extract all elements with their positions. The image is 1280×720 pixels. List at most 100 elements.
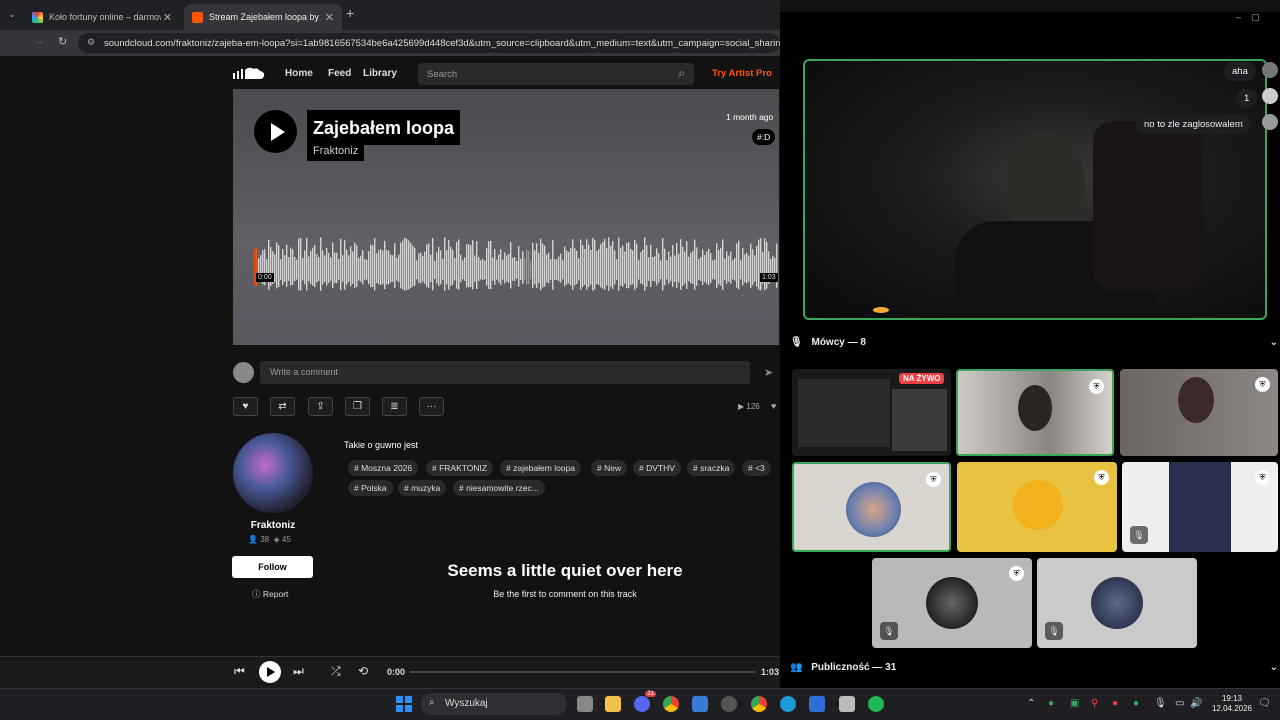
forward-icon[interactable]: →: [34, 35, 45, 47]
spotify-icon[interactable]: [868, 696, 884, 712]
repeat-icon[interactable]: ⟲: [358, 664, 368, 678]
waveform-bar: [384, 240, 386, 290]
volume-icon[interactable]: 🔊: [1190, 698, 1202, 709]
speaker-tile[interactable]: ⛨ 🎙: [872, 558, 1032, 648]
discord-icon[interactable]: 21: [634, 691, 656, 712]
speaker-tile[interactable]: ⛨: [1120, 369, 1278, 456]
speaker-tile[interactable]: ⛨: [957, 462, 1117, 552]
reload-icon[interactable]: ↻: [58, 35, 67, 48]
mic-tray-icon[interactable]: ⚲: [1091, 698, 1098, 709]
audience-header[interactable]: 👥 Publiczność — 31 ⌄: [790, 662, 1280, 676]
tab-list-icon[interactable]: ⌄: [8, 9, 16, 20]
send-icon[interactable]: ➤: [764, 366, 773, 379]
artist-name[interactable]: Fraktoniz: [233, 520, 313, 531]
tag-chip[interactable]: # FRAKTONIZ: [426, 460, 494, 476]
artist-avatar[interactable]: [233, 433, 313, 513]
share-button[interactable]: ⇪: [308, 397, 333, 416]
waveform-bar: [414, 247, 416, 286]
waveform-bar: [422, 255, 424, 282]
photos-icon[interactable]: [692, 696, 708, 712]
file-explorer-icon[interactable]: [605, 696, 621, 712]
chrome-icon[interactable]: [751, 696, 767, 712]
waveform-bar: [598, 249, 600, 285]
waveform[interactable]: [254, 235, 778, 300]
url-field[interactable]: ⚙ soundcloud.com/fraktoniz/zajeba-em-loo…: [78, 33, 780, 53]
close-icon[interactable]: ✕: [325, 11, 334, 24]
tag-chip[interactable]: # <3: [742, 460, 771, 476]
calculator-icon[interactable]: [839, 696, 855, 712]
nvidia-icon[interactable]: ▣: [1070, 698, 1079, 709]
clock[interactable]: 19:13 12.04.2026: [1209, 694, 1255, 714]
close-icon[interactable]: ✕: [163, 11, 172, 24]
speaker-tile[interactable]: ⛨: [792, 462, 951, 552]
nav-library[interactable]: Library: [363, 68, 397, 79]
copy-link-button[interactable]: ❐: [345, 397, 370, 416]
waveform-bar: [660, 260, 662, 280]
windows-start-icon[interactable]: [396, 696, 412, 712]
chevron-down-icon[interactable]: ⌄: [1270, 337, 1278, 348]
player-progress[interactable]: [410, 671, 755, 673]
speaker-tile[interactable]: 🎙: [1037, 558, 1197, 648]
previous-icon[interactable]: ⏮: [234, 664, 245, 679]
waveform-bar: [670, 256, 672, 282]
speaker-tile[interactable]: ⛨: [956, 369, 1114, 456]
edge-icon[interactable]: [780, 696, 796, 712]
play-button[interactable]: [254, 110, 297, 153]
waveform-bar: [602, 242, 604, 289]
focused-video-stream[interactable]: [803, 59, 1267, 320]
steam-icon[interactable]: [721, 696, 737, 712]
notepad-icon[interactable]: [809, 696, 825, 712]
search-icon[interactable]: ⌕: [678, 66, 685, 81]
tray-app-icon[interactable]: ●: [1048, 698, 1054, 709]
tag-chip[interactable]: # sraczka: [687, 460, 736, 476]
speaker-tile[interactable]: ⛨ 🎙: [1122, 462, 1278, 552]
tag-chip[interactable]: # Moszna 2026: [348, 460, 419, 476]
tag-chip[interactable]: # niesamowite rzec...: [453, 480, 545, 496]
task-view-icon[interactable]: [577, 696, 593, 712]
more-button[interactable]: ···: [419, 397, 444, 416]
add-to-next-up-button[interactable]: ≣: [382, 397, 407, 416]
tab-soundcloud[interactable]: Stream Zajebałem loopa by Fra ✕: [184, 4, 342, 30]
search-input[interactable]: Search ⌕: [418, 63, 694, 85]
tag-chip[interactable]: # zajebałem loopa: [500, 460, 581, 476]
tray-app-icon[interactable]: ●: [1112, 698, 1118, 709]
chevron-down-icon[interactable]: ⌄: [1270, 662, 1278, 673]
comment-input[interactable]: Write a comment: [260, 361, 750, 384]
like-button[interactable]: ♥: [233, 397, 258, 416]
notifications-icon[interactable]: 🗨: [1258, 698, 1271, 709]
genre-tag[interactable]: #:D: [752, 129, 776, 145]
window-controls[interactable]: –▢: [1236, 12, 1270, 23]
tag-chip[interactable]: # muzyka: [398, 480, 447, 496]
report-link[interactable]: ⓘ Report: [252, 588, 288, 600]
tracks-count[interactable]: 45: [282, 535, 291, 544]
tag-chip[interactable]: # New: [591, 460, 628, 476]
repost-button[interactable]: ⇄: [270, 397, 295, 416]
new-tab-button[interactable]: +: [346, 5, 354, 21]
tag-chip[interactable]: # DVTHV: [633, 460, 681, 476]
nav-feed[interactable]: Feed: [328, 68, 351, 79]
speaker-tile-screenshare[interactable]: NA ŻYWO: [792, 369, 951, 456]
taskbar-search[interactable]: ⌕ Wyszukaj: [421, 693, 567, 715]
tag-chip[interactable]: # Polska: [348, 480, 393, 496]
try-artist-pro-link[interactable]: Try Artist Pro: [712, 68, 772, 79]
spotify-tray-icon[interactable]: ●: [1133, 698, 1139, 709]
chrome-icon[interactable]: [663, 696, 679, 712]
chat-avatar: [1262, 88, 1278, 104]
track-title: Zajebałem loopa: [307, 110, 461, 145]
follow-button[interactable]: Follow: [232, 556, 313, 578]
microphone-icon[interactable]: 🎙: [1154, 698, 1167, 709]
followers-count[interactable]: 38: [260, 535, 269, 544]
speakers-header[interactable]: 🎙 Mówcy — 8 ⌄: [790, 337, 1280, 351]
tab-kolo-fortuny[interactable]: Koło fortuny online – darmowe ✕: [24, 4, 180, 30]
shuffle-icon[interactable]: ⤮: [331, 664, 341, 679]
next-icon[interactable]: ⏭: [293, 664, 304, 679]
soundcloud-logo-icon[interactable]: [233, 66, 265, 80]
site-info-icon[interactable]: ⚙: [87, 37, 95, 48]
nav-home[interactable]: Home: [285, 68, 313, 79]
chevron-up-icon[interactable]: ⌃: [1027, 698, 1035, 709]
url-text: soundcloud.com/fraktoniz/zajeba-em-loopa…: [104, 38, 780, 49]
network-icon[interactable]: ▭: [1175, 698, 1184, 709]
waveform-bar: [446, 250, 448, 285]
player-play-button[interactable]: [259, 661, 281, 683]
track-artist-link[interactable]: Fraktoniz: [307, 142, 365, 161]
